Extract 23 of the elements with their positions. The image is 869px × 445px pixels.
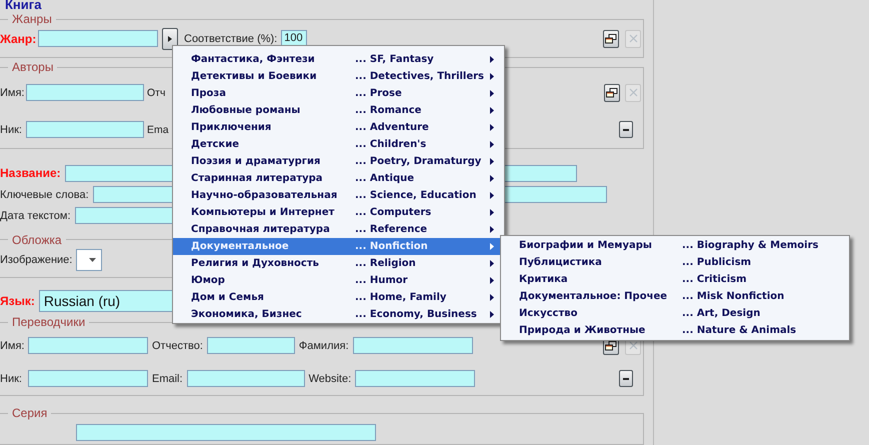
field-label: Отчество:	[152, 340, 203, 352]
group-legend: Серия	[8, 406, 52, 420]
field-label: Язык:	[0, 294, 35, 308]
section-title: Книга	[5, 0, 42, 12]
group-legend: Обложка	[8, 232, 66, 247]
group-legend: Жанры	[8, 12, 56, 26]
field-label: Ник:	[0, 124, 23, 136]
field-label: Дата текстом:	[0, 210, 71, 222]
field-label: Соответствие (%):	[184, 32, 278, 45]
field-label: Фамилия:	[298, 340, 349, 352]
group-legend: Переводчики	[8, 315, 90, 330]
field-label: Название:	[0, 166, 61, 180]
field-label: Изображение:	[0, 254, 72, 266]
field-label: Отч	[147, 86, 166, 99]
field-label: Ema	[147, 124, 169, 136]
field-label: Имя:	[0, 86, 23, 99]
field-label: Ключевые слова:	[0, 188, 89, 201]
group-legend: Авторы	[8, 60, 58, 74]
field-label: Имя:	[0, 340, 24, 352]
field-label: Website:	[308, 372, 352, 385]
field-label: Ник:	[0, 372, 23, 385]
field-label: Email:	[152, 372, 183, 385]
field-label: Жанр:	[0, 32, 34, 46]
